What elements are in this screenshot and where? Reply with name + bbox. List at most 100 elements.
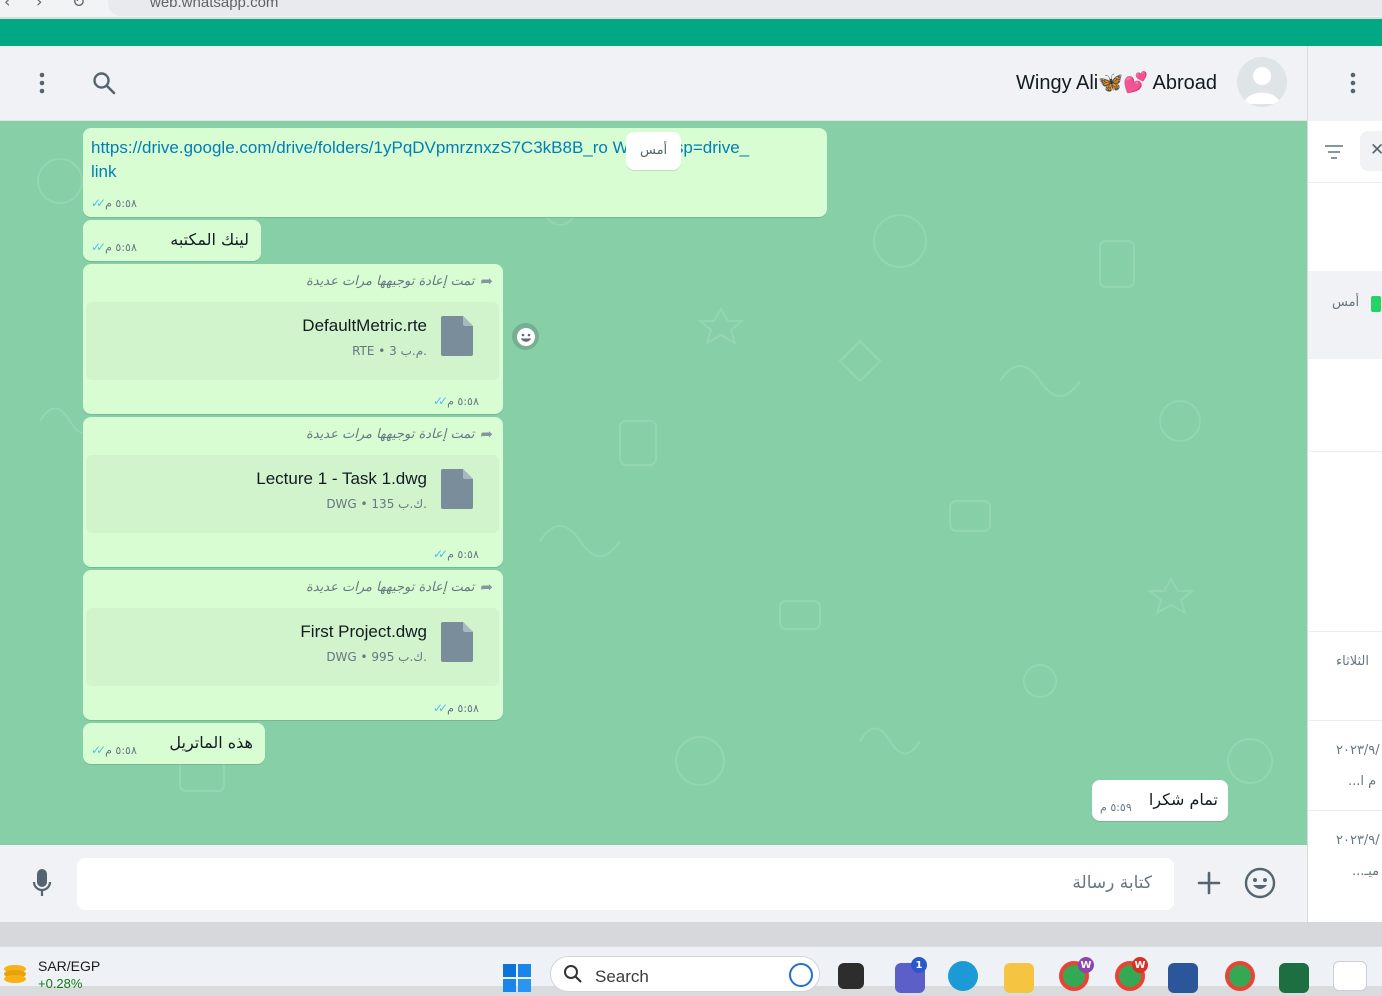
message-meta: ✓✓ ٥:٥٨ م xyxy=(433,547,479,561)
message-meta: ✓✓ ٥:٥٨ م xyxy=(91,240,137,254)
address-bar-url[interactable]: web.whatsapp.com xyxy=(150,0,278,11)
excel-icon[interactable] xyxy=(1279,963,1309,993)
chat-pane: Wingy Ali🦋💕 Abroad https://drive.google.… xyxy=(0,46,1307,922)
file-explorer-icon[interactable] xyxy=(1004,963,1034,993)
task-view-icon[interactable] xyxy=(838,963,864,989)
forwarded-icon: ➦ xyxy=(480,272,493,290)
document-name: DefaultMetric.rte xyxy=(302,316,427,335)
message-meta: ✓✓ ٥:٥٨ م xyxy=(433,394,479,408)
forwarded-icon: ➦ xyxy=(480,578,493,596)
document-card[interactable]: First Project.dwg DWG • 995 ك.ب. xyxy=(86,608,499,686)
read-receipt-icon: ✓✓ xyxy=(91,240,106,254)
back-icon[interactable]: ‹ xyxy=(4,0,10,11)
read-receipt-icon: ✓✓ xyxy=(433,701,448,715)
divider xyxy=(1308,720,1382,721)
chrome-profile-badge: W xyxy=(1132,957,1148,973)
taskbar: SAR/EGP +0.28% Search 1 W W xyxy=(0,946,1382,993)
read-receipt-icon: ✓✓ xyxy=(91,743,106,757)
chrome-icon[interactable] xyxy=(1225,961,1255,991)
coins-icon xyxy=(2,963,28,983)
side-chat-list: ✕ أمس الثلاثاء ٢٠٢٣/٩/ م ا... ٢٠٢٣/٩/ مي… xyxy=(1308,46,1382,922)
read-receipt-icon: ✓✓ xyxy=(433,547,448,561)
message-time: ٥:٥٨ م xyxy=(447,394,479,408)
edge-icon[interactable] xyxy=(948,961,978,991)
side-chat-time: ٢٠٢٣/٩/ xyxy=(1336,833,1380,848)
windows-start-icon[interactable] xyxy=(503,964,531,996)
ticker-title[interactable]: SAR/EGP xyxy=(38,958,100,974)
document-meta: DWG • 135 ك.ب. xyxy=(326,497,427,511)
message-time: ٥:٥٩ م xyxy=(1100,801,1132,814)
document-name: Lecture 1 - Task 1.dwg xyxy=(256,469,427,488)
address-bar[interactable] xyxy=(108,0,1382,16)
forward-icon[interactable]: › xyxy=(36,0,42,11)
side-search-box[interactable]: ✕ xyxy=(1360,131,1382,171)
message-text: لينك المكتبه xyxy=(170,230,249,249)
side-chat-preview: م ا... xyxy=(1348,774,1377,789)
messages-area[interactable]: https://drive.google.com/drive/folders/1… xyxy=(0,121,1307,845)
message-bubble-document[interactable]: ➦ تمت إعادة توجيهها مرات عديدة DefaultMe… xyxy=(83,264,503,414)
message-meta: ✓✓ ٥:٥٨ م xyxy=(433,701,479,715)
message-composer: كتابة رسالة xyxy=(0,845,1307,922)
chat-header: Wingy Ali🦋💕 Abroad xyxy=(0,46,1307,121)
message-text: هذه الماتريل xyxy=(169,733,253,752)
contact-name[interactable]: Wingy Ali🦋💕 Abroad xyxy=(1016,70,1217,95)
message-input-placeholder: كتابة رسالة xyxy=(1072,873,1152,893)
taskbar-search[interactable]: Search xyxy=(550,956,820,992)
document-icon xyxy=(441,469,473,509)
message-time: ٥:٥٨ م xyxy=(105,743,137,757)
side-menu-icon[interactable] xyxy=(1337,67,1369,99)
attach-plus-icon[interactable] xyxy=(1193,867,1225,899)
forwarded-label: ➦ تمت إعادة توجيهها مرات عديدة xyxy=(306,425,493,443)
message-time: ٥:٥٨ م xyxy=(447,701,479,715)
side-chat-preview: ميـ... xyxy=(1352,864,1380,879)
document-card[interactable]: Lecture 1 - Task 1.dwg DWG • 135 ك.ب. xyxy=(86,455,499,533)
message-bubble-document[interactable]: ➦ تمت إعادة توجيهها مرات عديدة Lecture 1… xyxy=(83,417,503,567)
message-bubble-document[interactable]: ➦ تمت إعادة توجيهها مرات عديدة First Pro… xyxy=(83,570,503,720)
read-receipt-icon: ✓✓ xyxy=(91,196,106,210)
forwarded-icon: ➦ xyxy=(480,425,493,443)
side-chat-time: ٢٠٢٣/٩/ xyxy=(1336,743,1380,758)
divider xyxy=(1308,810,1382,811)
document-name: First Project.dwg xyxy=(300,622,427,641)
react-emoji-icon[interactable] xyxy=(512,323,539,350)
document-icon xyxy=(441,622,473,662)
status-marker xyxy=(1371,296,1381,312)
divider xyxy=(1308,631,1382,632)
message-meta: ✓✓ ٥:٥٨ م xyxy=(91,743,137,757)
date-chip: أمس xyxy=(626,132,682,170)
filter-icon[interactable] xyxy=(1318,136,1350,168)
message-bubble-link[interactable]: https://drive.google.com/drive/folders/1… xyxy=(83,128,827,217)
message-time: ٥:٥٨ م xyxy=(105,196,137,210)
message-time: ٥:٥٨ م xyxy=(105,240,137,254)
contact-avatar[interactable] xyxy=(1237,57,1287,107)
app-top-banner xyxy=(0,19,1382,46)
message-bubble-text[interactable]: هذه الماتريل ✓✓ ٥:٥٨ م xyxy=(83,723,265,764)
message-text: تمام شكرا xyxy=(1148,790,1218,809)
side-chat-item-active[interactable]: أمس xyxy=(1308,271,1382,359)
side-chat-time: أمس xyxy=(1332,295,1360,310)
divider xyxy=(1308,451,1382,452)
search-icon xyxy=(563,964,583,988)
read-receipt-icon: ✓✓ xyxy=(433,394,448,408)
window-bottom-bar xyxy=(0,922,1382,946)
message-bubble-text[interactable]: لينك المكتبه ✓✓ ٥:٥٨ م xyxy=(83,220,261,261)
ticker-value: +0.28% xyxy=(38,976,83,991)
search-icon[interactable] xyxy=(88,67,120,99)
chat-menu-icon[interactable] xyxy=(26,67,58,99)
chrome-profile-badge: W xyxy=(1078,957,1094,973)
microphone-icon[interactable] xyxy=(26,867,58,899)
word-icon[interactable] xyxy=(1168,963,1198,993)
snipping-tool-icon[interactable] xyxy=(1333,961,1367,991)
browser-toolbar: ‹ › ↻ web.whatsapp.com xyxy=(0,0,1382,18)
reload-icon[interactable]: ↻ xyxy=(72,0,85,11)
message-bubble-incoming[interactable]: تمام شكرا ٥:٥٩ م xyxy=(1092,780,1228,821)
document-meta: DWG • 995 ك.ب. xyxy=(326,650,427,664)
bing-icon[interactable] xyxy=(789,963,813,987)
close-icon[interactable]: ✕ xyxy=(1370,140,1382,160)
side-header xyxy=(1308,46,1382,121)
message-meta: ٥:٥٩ م xyxy=(1100,801,1132,814)
emoji-icon[interactable] xyxy=(1244,867,1276,899)
message-time: ٥:٥٨ م xyxy=(447,547,479,561)
message-input[interactable]: كتابة رسالة xyxy=(77,858,1174,910)
document-card[interactable]: DefaultMetric.rte RTE • 3 م.ب. xyxy=(86,302,499,380)
